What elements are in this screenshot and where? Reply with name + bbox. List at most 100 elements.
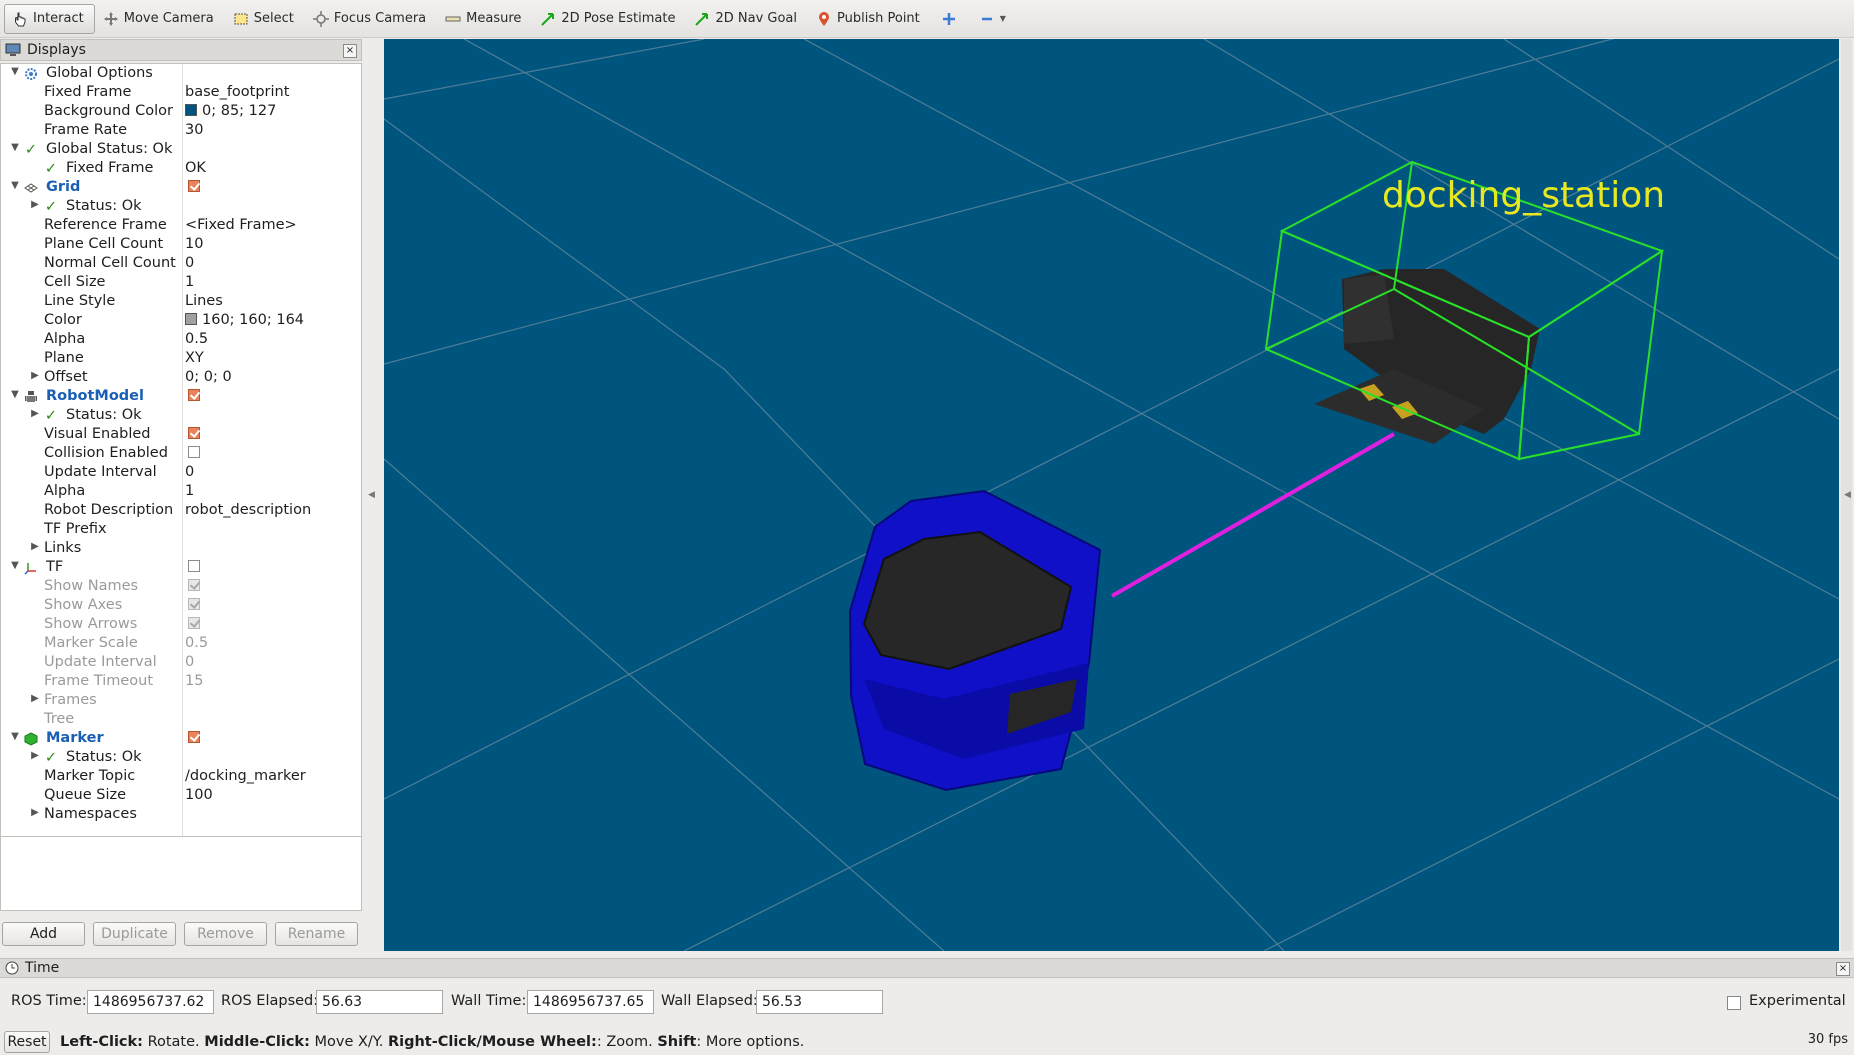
tree-row-show-arrows[interactable]: Show Arrows [1,615,361,634]
close-icon[interactable]: × [343,44,357,58]
tree-row-marker-status[interactable]: ▶ ✓ Status: Ok [1,748,361,767]
tree-row-plane[interactable]: Plane XY [1,349,361,368]
2d-pose-estimate-tool-button[interactable]: 2D Pose Estimate [532,4,686,34]
show-names-checkbox[interactable] [188,579,200,591]
expand-arrow-icon[interactable]: ▶ [29,541,41,555]
tree-row-tree[interactable]: Tree [1,710,361,729]
tree-row-robot-description[interactable]: Robot Description robot_description [1,501,361,520]
tree-row-background-color[interactable]: Background Color 0; 85; 127 [1,102,361,121]
wall-elapsed-field[interactable]: 56.53 [756,990,883,1014]
expand-arrow-icon[interactable]: ▶ [29,408,41,422]
expand-arrow-icon[interactable]: ▶ [29,693,41,707]
2d-nav-goal-tool-button[interactable]: 2D Nav Goal [686,4,808,34]
interact-tool-button[interactable]: Interact [4,3,95,34]
add-button[interactable]: Add [2,922,85,946]
publish-point-tool-button[interactable]: Publish Point [808,4,931,34]
tree-row-links[interactable]: ▶ Links [1,539,361,558]
enable-checkbox[interactable] [188,180,200,192]
close-icon[interactable]: × [1836,962,1850,976]
expand-arrow-icon[interactable]: ▼ [9,731,21,745]
tree-row-normal-cell-count[interactable]: Normal Cell Count 0 [1,254,361,273]
tree-row-plane-cell-count[interactable]: Plane Cell Count 10 [1,235,361,254]
expand-arrow-icon[interactable]: ▼ [9,142,21,156]
row-value[interactable]: 0; 0; 0 [185,369,232,385]
row-value[interactable]: 30 [185,122,203,138]
collision-enabled-checkbox[interactable] [188,446,200,458]
row-value[interactable]: 0 [185,464,194,480]
select-tool-button[interactable]: Select [225,4,305,34]
tree-row-grid-status[interactable]: ▶ ✓ Status: Ok [1,197,361,216]
enable-checkbox[interactable] [188,560,200,572]
tree-row-frames[interactable]: ▶ Frames [1,691,361,710]
tree-row-frame-rate[interactable]: Frame Rate 30 [1,121,361,140]
move-camera-tool-button[interactable]: Move Camera [95,4,225,34]
tree-row-visual-enabled[interactable]: Visual Enabled [1,425,361,444]
tree-row-show-axes[interactable]: Show Axes [1,596,361,615]
wall-time-field[interactable]: 1486956737.65 [527,990,654,1014]
tree-row-robot-alpha[interactable]: Alpha 1 [1,482,361,501]
expand-arrow-icon[interactable]: ▶ [29,750,41,764]
show-axes-checkbox[interactable] [188,598,200,610]
row-value[interactable]: robot_description [185,502,311,518]
row-value[interactable]: XY [185,350,204,366]
expand-arrow-icon[interactable]: ▼ [9,389,21,403]
tree-row-color[interactable]: Color 160; 160; 164 [1,311,361,330]
remove-button[interactable]: Remove [184,922,267,946]
duplicate-button[interactable]: Duplicate [93,922,176,946]
row-value[interactable]: 1 [185,483,194,499]
tree-row-queue-size[interactable]: Queue Size 100 [1,786,361,805]
row-value[interactable]: 0.5 [185,331,208,347]
tree-row-line-style[interactable]: Line Style Lines [1,292,361,311]
tree-row-namespaces[interactable]: ▶ Namespaces [1,805,361,824]
expand-arrow-icon[interactable]: ▶ [29,807,41,821]
tree-row-tf[interactable]: ▼ TF [1,558,361,577]
tree-row-robotmodel[interactable]: ▼ RobotModel [1,387,361,406]
splitter-right-arrow-icon[interactable]: ◀ [1844,490,1851,500]
tree-row-global-status[interactable]: ▼ ✓ Global Status: Ok [1,140,361,159]
tree-row-marker[interactable]: ▼ Marker [1,729,361,748]
splitter-left-arrow-icon[interactable]: ◀ [368,490,375,500]
tree-row-marker-scale[interactable]: Marker Scale 0.5 [1,634,361,653]
row-value[interactable]: 1 [185,274,194,290]
focus-camera-tool-button[interactable]: Focus Camera [305,4,437,34]
expand-arrow-icon[interactable]: ▼ [9,66,21,80]
3d-viewport[interactable]: docking_station [384,39,1839,951]
ros-time-field[interactable]: 1486956737.62 [87,990,214,1014]
row-value[interactable]: 100 [185,787,213,803]
measure-tool-button[interactable]: Measure [437,4,532,34]
row-value[interactable]: 0.5 [185,635,208,651]
reset-button[interactable]: Reset [4,1031,50,1053]
tree-row-marker-topic[interactable]: Marker Topic /docking_marker [1,767,361,786]
tree-row-collision-enabled[interactable]: Collision Enabled [1,444,361,463]
tree-row-fixed-frame-status[interactable]: ✓ Fixed Frame OK [1,159,361,178]
tree-row-offset[interactable]: ▶ Offset 0; 0; 0 [1,368,361,387]
show-arrows-checkbox[interactable] [188,617,200,629]
row-value[interactable]: 10 [185,236,203,252]
tree-row-frame-timeout[interactable]: Frame Timeout 15 [1,672,361,691]
row-value[interactable]: 0; 85; 127 [185,103,276,119]
tree-row-fixed-frame[interactable]: Fixed Frame base_footprint [1,83,361,102]
expand-arrow-icon[interactable]: ▼ [9,180,21,194]
row-value[interactable]: <Fixed Frame> [185,217,297,233]
tree-row-alpha[interactable]: Alpha 0.5 [1,330,361,349]
remove-tool-menu-button[interactable]: ▼ [971,4,1013,34]
enable-checkbox[interactable] [188,731,200,743]
row-value[interactable]: 0 [185,654,194,670]
row-value[interactable]: 160; 160; 164 [185,312,304,328]
tree-row-grid[interactable]: ▼ Grid [1,178,361,197]
visual-enabled-checkbox[interactable] [188,427,200,439]
ros-elapsed-field[interactable]: 56.63 [316,990,443,1014]
tree-row-tf-prefix[interactable]: TF Prefix [1,520,361,539]
row-value[interactable]: /docking_marker [185,768,306,784]
experimental-checkbox[interactable] [1727,996,1741,1010]
tree-row-robotmodel-status[interactable]: ▶ ✓ Status: Ok [1,406,361,425]
add-tool-button[interactable] [931,4,971,34]
enable-checkbox[interactable] [188,389,200,401]
row-value[interactable]: 0 [185,255,194,271]
tree-row-reference-frame[interactable]: Reference Frame <Fixed Frame> [1,216,361,235]
row-value[interactable]: Lines [185,293,223,309]
expand-arrow-icon[interactable]: ▶ [29,199,41,213]
tree-row-tf-update-interval[interactable]: Update Interval 0 [1,653,361,672]
row-value[interactable]: 15 [185,673,203,689]
tree-row-update-interval[interactable]: Update Interval 0 [1,463,361,482]
